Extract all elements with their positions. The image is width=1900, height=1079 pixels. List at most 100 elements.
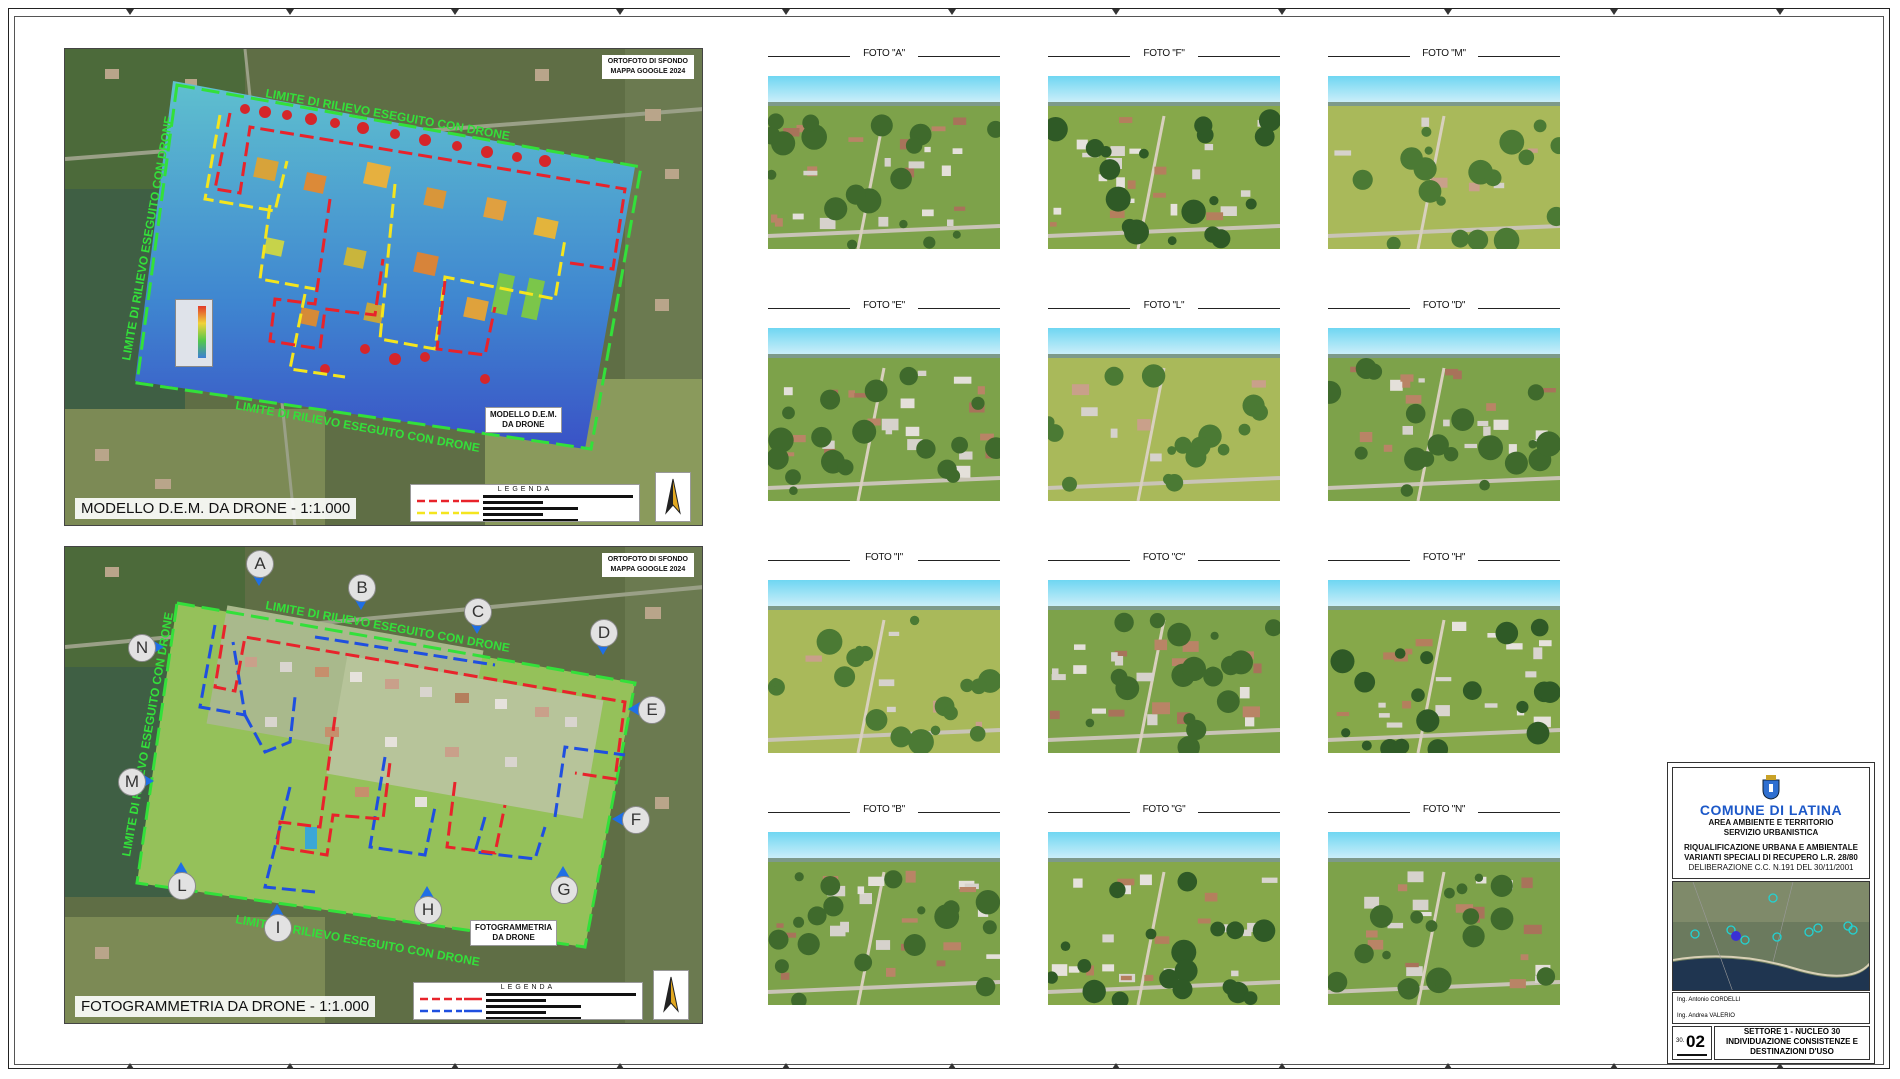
aerial-photo — [1048, 832, 1280, 1005]
frame-tick — [1776, 9, 1784, 15]
dem-source-note: ORTOFOTO DI SFONDO MAPPA GOOGLE 2024 — [601, 55, 694, 79]
frame-tick — [1112, 9, 1120, 15]
department-line2: SERVIZIO URBANISTICA — [1723, 828, 1819, 837]
dem-inner-label: MODELLO D.E.M. DA DRONE — [485, 407, 562, 433]
photo-caption: FOTO "E" — [768, 300, 1000, 316]
aerial-photo — [1048, 580, 1280, 753]
viewpoint-letter: G — [550, 876, 578, 904]
title-block: COMUNE DI LATINA AREA AMBIENTE E TERRITO… — [1667, 762, 1875, 1064]
aerial-photo — [768, 328, 1000, 501]
frame-tick — [1112, 1063, 1120, 1069]
frame-tick — [126, 9, 134, 15]
aerial-photo — [1328, 328, 1560, 501]
title-block-header: COMUNE DI LATINA AREA AMBIENTE E TERRITO… — [1672, 767, 1870, 879]
signer-2: Ing. Andrea VALERIO — [1677, 1013, 1735, 1019]
aerial-photo — [768, 832, 1000, 1005]
photo-legend: LEGENDA — [413, 982, 643, 1020]
viewpoint-letter: A — [246, 550, 274, 578]
dem-map-title: MODELLO D.E.M. DA DRONE - 1:1.000 — [75, 498, 357, 519]
photo-map-title: FOTOGRAMMETRIA DA DRONE - 1:1.000 — [75, 996, 376, 1017]
dem-legend: LEGENDA — [410, 484, 640, 522]
frame-tick — [782, 9, 790, 15]
sheet-info: 30. 02 SETTORE 1 - NUCLEO 30 INDIVIDUAZI… — [1672, 1026, 1870, 1062]
frame-tick — [451, 1063, 459, 1069]
frame-tick — [948, 9, 956, 15]
photo-inner-label: FOTOGRAMMETRIA DA DRONE — [470, 920, 558, 946]
frame-tick — [451, 9, 459, 15]
viewpoint-letter: L — [168, 872, 196, 900]
signer-1: Ing. Antonio CORDELLI — [1677, 997, 1741, 1003]
photo-caption: FOTO "G" — [1048, 804, 1280, 820]
viewpoint-letter: N — [128, 634, 156, 662]
sheet-number-box: 30. 02 — [1672, 1026, 1712, 1060]
aerial-photo — [768, 76, 1000, 249]
dem-color-scale — [175, 299, 213, 367]
frame-tick — [616, 1063, 624, 1069]
photo-label: FOTO "A" — [863, 48, 905, 59]
viewpoint-letter: B — [348, 574, 376, 602]
photo-label: FOTO "F" — [1143, 48, 1185, 59]
frame-tick — [126, 1063, 134, 1069]
photo-label: FOTO "N" — [1422, 804, 1466, 815]
deliberation-line: DELIBERAZIONE C.C. N.191 DEL 30/11/2001 — [1688, 863, 1854, 872]
key-map — [1672, 881, 1870, 991]
coat-of-arms-icon — [1762, 775, 1780, 800]
dem-north-arrow-icon — [655, 472, 691, 522]
photo-caption: FOTO "I" — [768, 552, 1000, 568]
viewpoint-letter: I — [264, 914, 292, 942]
project-line1: RIQUALIFICAZIONE URBANA E AMBIENTALE — [1684, 843, 1858, 852]
photo-caption: FOTO "H" — [1328, 552, 1560, 568]
sector-line: SETTORE 1 - NUCLEO 30 — [1743, 1027, 1841, 1036]
frame-tick — [286, 1063, 294, 1069]
aerial-photo — [1048, 76, 1280, 249]
viewpoint-letter: M — [118, 768, 146, 796]
frame-tick — [948, 1063, 956, 1069]
frame-tick — [286, 9, 294, 15]
photo-caption: FOTO "M" — [1328, 48, 1560, 64]
dem-map-graphic: LIMITE DI RILIEVO ESEGUITO CON DRONE LIM… — [65, 49, 702, 525]
photo-caption: FOTO "L" — [1048, 300, 1280, 316]
viewpoint-letter: C — [464, 598, 492, 626]
aerial-photo — [1328, 580, 1560, 753]
aerial-photo — [1048, 328, 1280, 501]
viewpoint-letter: F — [622, 806, 650, 834]
photo-label: FOTO "H" — [1422, 552, 1466, 563]
frame-tick — [1278, 1063, 1286, 1069]
photo-label: FOTO "C" — [1142, 552, 1186, 563]
photo-label: FOTO "E" — [863, 300, 905, 311]
photo-source-note: ORTOFOTO DI SFONDO MAPPA GOOGLE 2024 — [601, 553, 694, 577]
photo-caption: FOTO "D" — [1328, 300, 1560, 316]
photo-label: FOTO "L" — [1143, 300, 1185, 311]
dem-legend-swatches — [417, 495, 633, 521]
dem-map-panel: LIMITE DI RILIEVO ESEGUITO CON DRONE LIM… — [64, 48, 703, 526]
viewpoint-letter: E — [638, 696, 666, 724]
photo-caption: FOTO "B" — [768, 804, 1000, 820]
photo-legend-swatches — [420, 993, 636, 1019]
description-line2: DESTINAZIONI D'USO — [1750, 1047, 1834, 1056]
aerial-photo — [768, 580, 1000, 753]
photo-north-arrow-icon — [653, 970, 689, 1020]
frame-tick — [782, 1063, 790, 1069]
photo-label: FOTO "G" — [1142, 804, 1186, 815]
sheet-prefix: 30. — [1676, 1038, 1685, 1044]
viewpoint-letter: H — [414, 896, 442, 924]
frame-tick — [1444, 9, 1452, 15]
aerial-photo — [1328, 76, 1560, 249]
sheet-description: SETTORE 1 - NUCLEO 30 INDIVIDUAZIONE CON… — [1714, 1026, 1870, 1060]
photo-caption: FOTO "C" — [1048, 552, 1280, 568]
frame-tick — [1610, 1063, 1618, 1069]
photo-label: FOTO "M" — [1422, 48, 1466, 59]
frame-tick — [1444, 1063, 1452, 1069]
department-line1: AREA AMBIENTE E TERRITORIO — [1708, 818, 1834, 827]
city-name: COMUNE DI LATINA — [1699, 802, 1843, 818]
photo-caption: FOTO "F" — [1048, 48, 1280, 64]
frame-tick — [1278, 9, 1286, 15]
sheet-number: 02 — [1686, 1032, 1705, 1051]
photo-caption: FOTO "A" — [768, 48, 1000, 64]
photogrammetry-map-panel: LIMITE DI RILIEVO ESEGUITO CON DRONE LIM… — [64, 546, 703, 1024]
project-line2: VARIANTI SPECIALI DI RECUPERO L.R. 28/80 — [1684, 853, 1858, 862]
description-line1: INDIVIDUAZIONE CONSISTENZE E — [1725, 1037, 1858, 1046]
signatures: Ing. Antonio CORDELLI Ing. Andrea VALERI… — [1672, 992, 1870, 1024]
viewpoint-letter: D — [590, 619, 618, 647]
aerial-photo — [1328, 832, 1560, 1005]
